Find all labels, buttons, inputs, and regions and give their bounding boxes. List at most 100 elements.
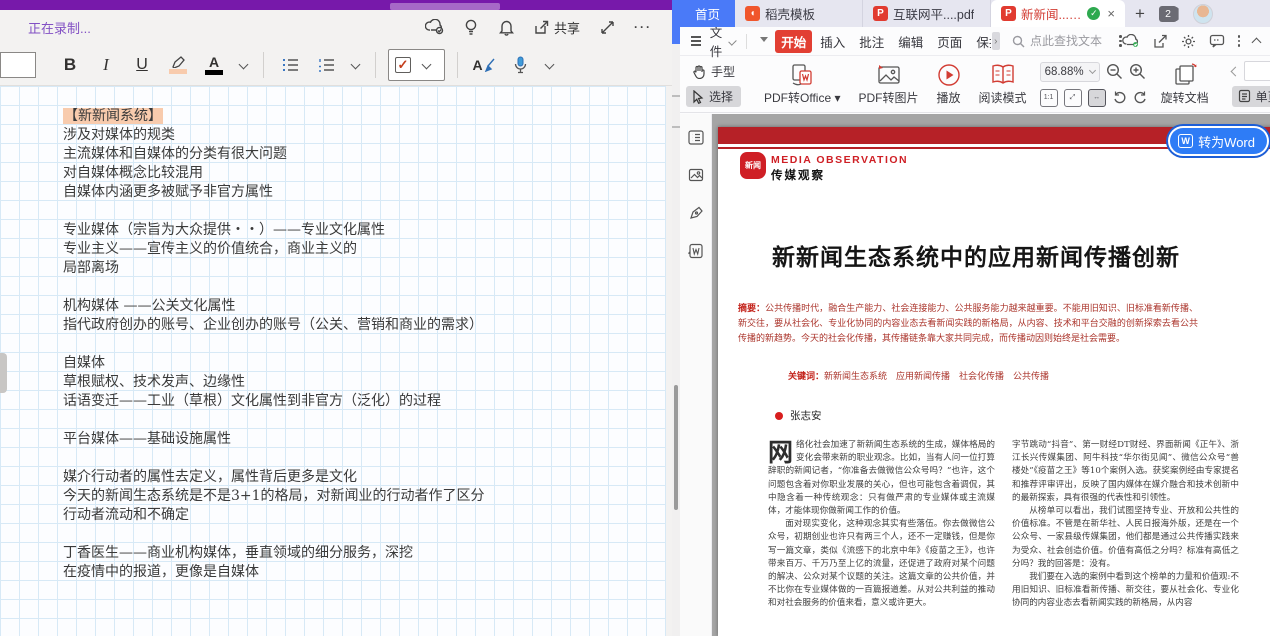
menu-scroll-right-icon[interactable]: ›: [992, 32, 1000, 50]
close-tab-icon[interactable]: ×: [1107, 6, 1115, 21]
note-line[interactable]: 媒介行动者的属性去定义，属性背后更多是文化: [63, 468, 666, 487]
page-number-input[interactable]: [1244, 61, 1270, 81]
lightbulb-icon[interactable]: [456, 14, 486, 40]
more-tools-icon[interactable]: [1238, 35, 1241, 47]
find-text-box[interactable]: [1012, 34, 1122, 48]
pdf-page: 新闻 MEDIA OBSERVATION 传媒观察 新新闻生态系统中的应用新闻传…: [718, 127, 1270, 636]
note-line[interactable]: 指代政府创办的账号、企业创办的账号（公关、营销和商业的需求）: [63, 316, 666, 335]
note-line[interactable]: 专业媒体（宗旨为大众提供・・）——专业文化属性: [63, 221, 666, 240]
font-color-button[interactable]: A: [199, 50, 229, 80]
actual-size-icon[interactable]: 1:1: [1040, 89, 1058, 107]
expand-window-icon[interactable]: [592, 14, 622, 40]
italic-button[interactable]: I: [91, 50, 121, 80]
menu-insert[interactable]: 插入: [814, 30, 851, 53]
rotate-document-button[interactable]: 旋转文档: [1152, 58, 1218, 110]
note-line[interactable]: [63, 525, 666, 544]
note-line[interactable]: [63, 202, 666, 221]
tab-home[interactable]: 首页: [680, 0, 735, 27]
bullet-list-button[interactable]: [275, 50, 305, 80]
dictate-chevron-icon[interactable]: [545, 60, 555, 70]
note-line[interactable]: 涉及对媒体的规类: [63, 126, 666, 145]
todo-tag-dropdown[interactable]: ✓: [388, 49, 445, 81]
new-tab-button[interactable]: +: [1125, 0, 1155, 27]
sign-pen-icon[interactable]: [687, 204, 705, 222]
share-export-icon[interactable]: [1153, 34, 1168, 49]
collapse-toolbar-icon[interactable]: [1252, 38, 1262, 48]
bold-button[interactable]: B: [55, 50, 85, 80]
tab-document-2-active[interactable]: P 新新闻...pdf ✓ ×: [991, 0, 1125, 27]
note-line[interactable]: 专业主义——宣传主义的价值统合，商业主义的: [63, 240, 666, 259]
note-line[interactable]: [63, 278, 666, 297]
note-line[interactable]: 丁香医生——商业机构媒体，垂直领域的细分服务，深挖: [63, 544, 666, 563]
note-line[interactable]: 在疫情中的报道，更像是自媒体: [63, 563, 666, 582]
main-menu-icon[interactable]: [691, 36, 701, 46]
zoom-level-dropdown[interactable]: 68.88%: [1040, 62, 1100, 82]
font-options-chevron-icon[interactable]: [239, 60, 249, 70]
settings-gear-icon[interactable]: [1181, 34, 1196, 49]
note-scrollbar-thumb[interactable]: [674, 385, 678, 510]
note-line[interactable]: 主流媒体和自媒体的分类有很大问题: [63, 145, 666, 164]
note-line[interactable]: 今天的新闻生态系统是不是3+1的格局，对新闻业的行动者作了区分: [63, 487, 666, 506]
dictate-microphone-button[interactable]: [505, 50, 535, 80]
menu-edit[interactable]: 编辑: [892, 30, 929, 53]
read-mode-button[interactable]: 阅读模式: [970, 58, 1036, 110]
pane-drag-handle[interactable]: [0, 353, 7, 393]
pdf-to-image-button[interactable]: PDF转图片: [850, 58, 928, 110]
previous-page-icon[interactable]: [1230, 66, 1240, 76]
note-line[interactable]: 对自媒体概念比较混用: [63, 164, 666, 183]
outline-panel-icon[interactable]: [687, 128, 705, 146]
play-slideshow-button[interactable]: 播放: [928, 58, 970, 110]
note-line[interactable]: 草根赋权、技术发声、边缘性: [63, 373, 666, 392]
note-line[interactable]: 自媒体: [63, 354, 666, 373]
fit-width-icon[interactable]: ↔: [1088, 89, 1106, 107]
author-bullet-icon: [775, 412, 783, 420]
menu-start[interactable]: 开始: [775, 30, 812, 53]
rotate-right-icon[interactable]: [1133, 90, 1148, 105]
fit-page-icon[interactable]: ⤢: [1064, 89, 1082, 107]
hand-tool-button[interactable]: 手型: [686, 61, 741, 82]
list-options-chevron-icon[interactable]: [351, 60, 361, 70]
format-painter-button[interactable]: A: [469, 50, 499, 80]
note-line[interactable]: 机构媒体 ——公关文化属性: [63, 297, 666, 316]
note-line[interactable]: 平台媒体——基础设施属性: [63, 430, 666, 449]
export-word-icon[interactable]: [687, 242, 705, 260]
select-tool-button[interactable]: 选择: [686, 86, 741, 107]
zoom-out-icon[interactable]: [1106, 63, 1123, 80]
convert-to-word-button[interactable]: W 转为Word: [1170, 128, 1267, 154]
tab-document-1[interactable]: P 互联网平....pdf: [863, 0, 991, 27]
note-line[interactable]: 话语变迁——工业（草根）文化属性到非官方（泛化）的过程: [63, 392, 666, 411]
search-input[interactable]: [1030, 34, 1114, 48]
pdf-canvas[interactable]: 新闻 MEDIA OBSERVATION 传媒观察 新新闻生态系统中的应用新闻传…: [712, 114, 1270, 636]
highlighter-button[interactable]: [163, 50, 193, 80]
more-options-icon[interactable]: ···: [628, 14, 658, 40]
menu-page[interactable]: 页面: [931, 30, 968, 53]
share-button[interactable]: 共享: [528, 14, 586, 40]
ribbon-collapse-icon[interactable]: [760, 37, 769, 46]
menu-comment[interactable]: 批注: [853, 30, 890, 53]
cloud-sync-icon[interactable]: [1122, 34, 1140, 48]
note-line[interactable]: [63, 449, 666, 468]
pdf-to-office-button[interactable]: PDF转Office ▾: [755, 58, 850, 110]
menu-file[interactable]: 文件: [706, 22, 739, 60]
font-name-box[interactable]: [0, 52, 36, 78]
note-line[interactable]: 行动者流动和不确定: [63, 506, 666, 525]
note-line[interactable]: 自媒体内涵更多被赋予非官方属性: [63, 183, 666, 202]
single-page-mode-button[interactable]: 单页: [1232, 86, 1270, 107]
image-panel-icon[interactable]: [687, 166, 705, 184]
user-avatar[interactable]: [1193, 4, 1213, 24]
menu-protect[interactable]: 保护: [970, 30, 990, 53]
tab-docer-templates[interactable]: ◖ 稻壳模板: [735, 0, 863, 27]
window-count-badge[interactable]: 2: [1159, 6, 1177, 22]
note-line[interactable]: [63, 411, 666, 430]
note-line[interactable]: 【新新闻系统】: [63, 107, 666, 126]
notification-bell-icon[interactable]: [492, 14, 522, 40]
zoom-in-icon[interactable]: [1129, 63, 1146, 80]
rotate-left-icon[interactable]: [1112, 90, 1127, 105]
sync-cloud-icon[interactable]: [420, 14, 450, 40]
underline-button[interactable]: U: [127, 50, 157, 80]
note-editor-canvas[interactable]: 【新新闻系统】 涉及对媒体的规类 主流媒体和自媒体的分类有很大问题 对自媒体概念…: [0, 86, 666, 636]
note-line[interactable]: 局部离场: [63, 259, 666, 278]
note-line[interactable]: [63, 335, 666, 354]
numbered-list-button[interactable]: [311, 50, 341, 80]
comment-bubble-icon[interactable]: [1209, 34, 1225, 48]
